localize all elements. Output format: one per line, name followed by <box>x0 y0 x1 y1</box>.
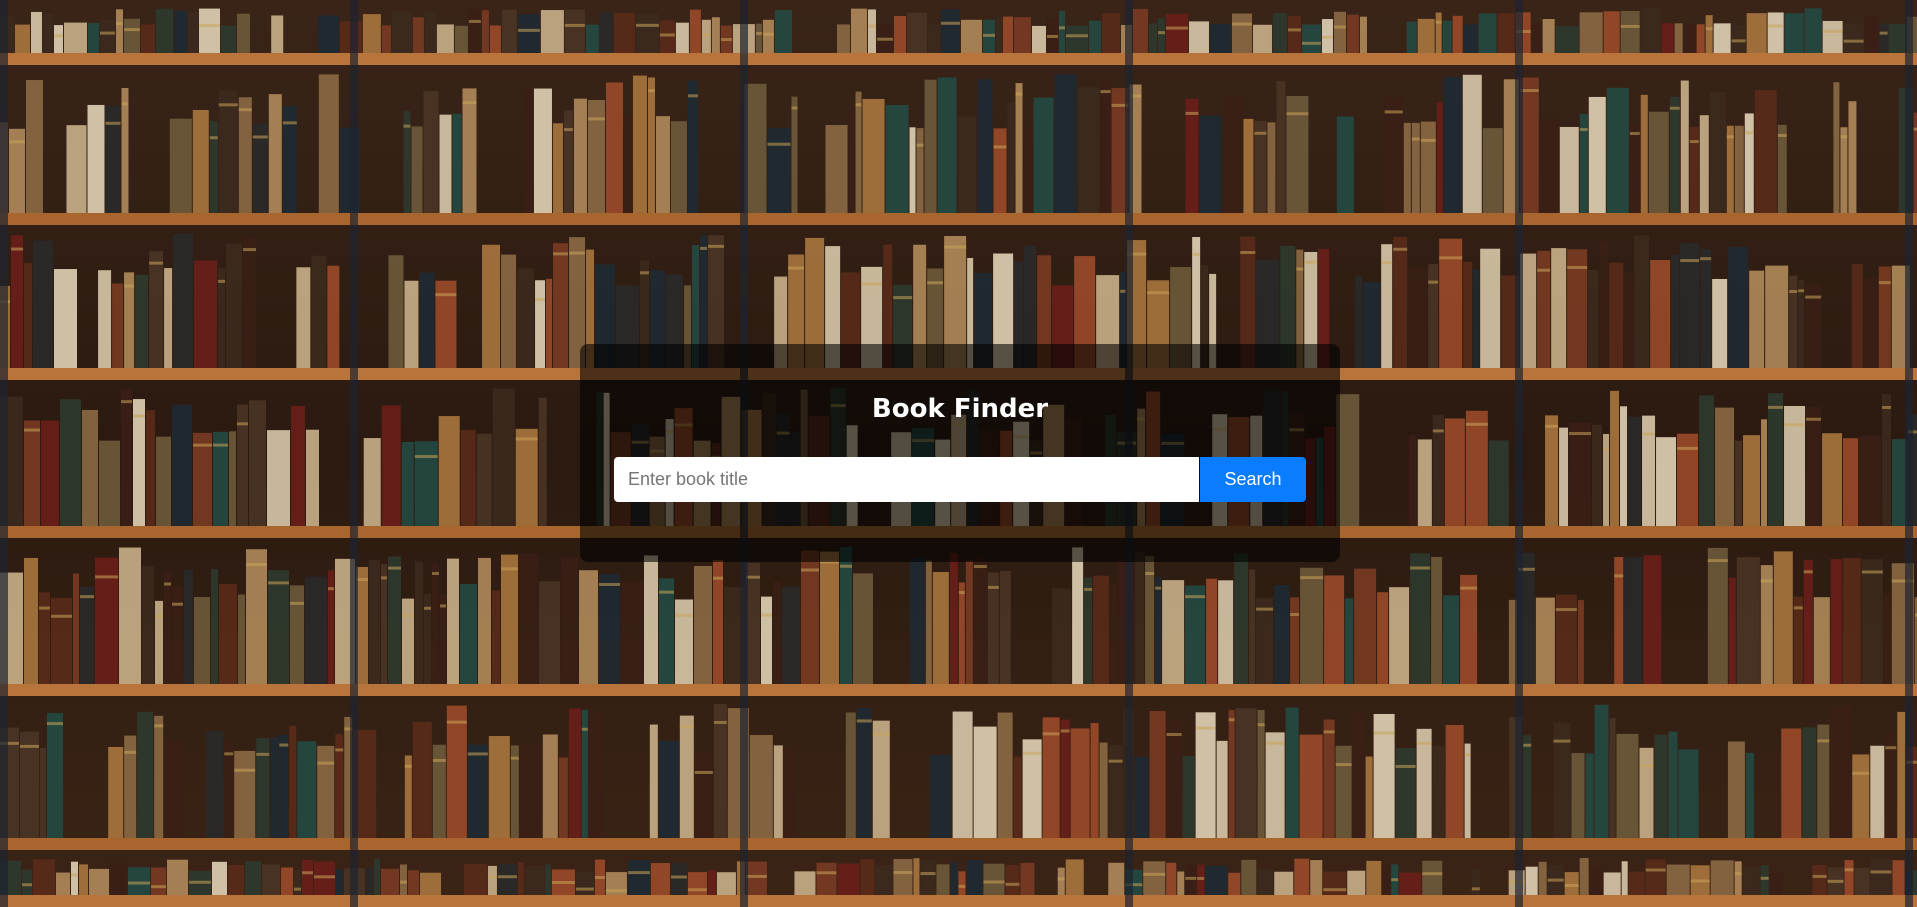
search-panel <box>580 344 1340 562</box>
search-button[interactable]: Search <box>1200 457 1306 502</box>
search-input[interactable] <box>614 457 1199 502</box>
header: Book Finder <box>580 392 1340 426</box>
page-title: Book Finder <box>871 394 1049 424</box>
